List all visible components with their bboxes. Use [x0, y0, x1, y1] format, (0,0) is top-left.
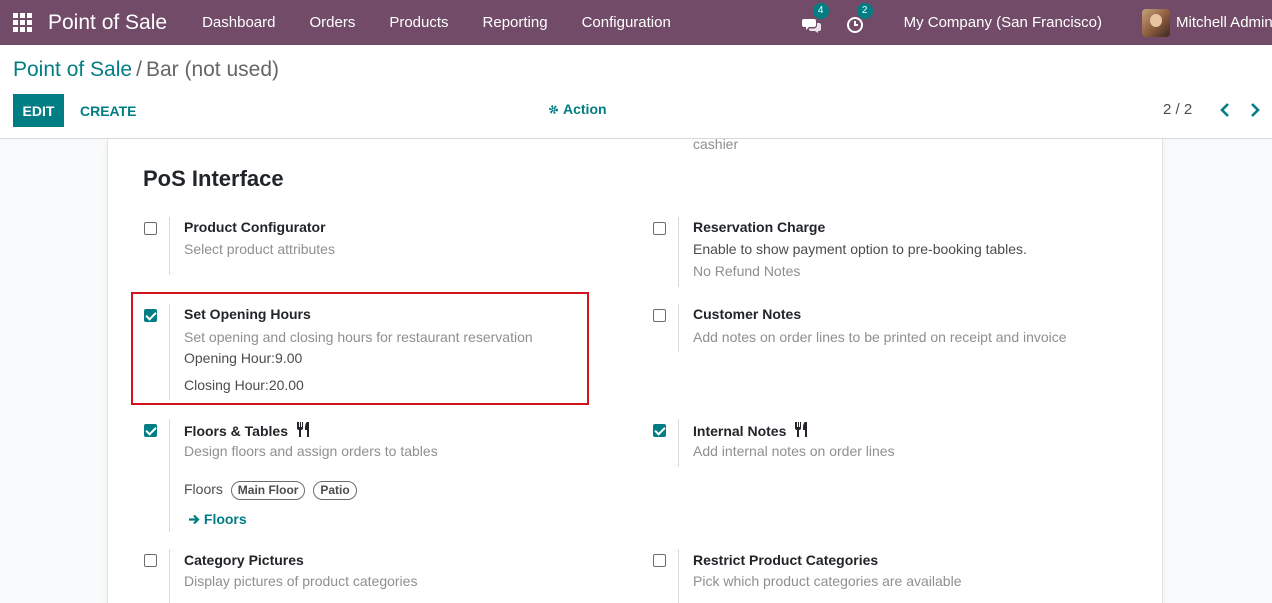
internal-notes-title: Internal Notes [693, 421, 810, 439]
partial-setting-text: cashier [693, 136, 739, 152]
category-pictures-desc: Display pictures of product categories [184, 573, 418, 589]
floors-field: Floors Main Floor Patio [184, 481, 357, 500]
category-pictures-checkbox[interactable] [144, 554, 157, 567]
menu-orders[interactable]: Orders [292, 14, 372, 31]
set-opening-hours-title: Set Opening Hours [184, 306, 311, 322]
control-panel: Point of Sale / Bar (not used) EDIT CREATE… [0, 45, 1272, 139]
product-configurator-desc: Select product attributes [184, 241, 335, 257]
internal-notes-label: Internal Notes [693, 423, 787, 439]
restaurant-icon [296, 422, 309, 437]
section-title: PoS Interface [143, 166, 284, 191]
restrict-categories-title: Restrict Product Categories [693, 552, 879, 568]
arrow-right-icon [189, 514, 200, 525]
set-opening-hours-checkbox[interactable] [144, 309, 157, 322]
closing-hour-value[interactable]: Closing Hour:20.00 [184, 377, 304, 393]
category-pictures-title: Category Pictures [184, 552, 304, 568]
pager-value[interactable]: 2 / 2 [1163, 101, 1192, 118]
activities-badge: 2 [856, 2, 873, 19]
product-configurator-title: Product Configurator [184, 219, 326, 235]
reservation-charge-desc: Enable to show payment option to pre-boo… [693, 241, 1027, 257]
action-menu-button[interactable]: Action [548, 101, 607, 117]
messages-icon[interactable]: 4 [801, 2, 829, 34]
pager-previous-icon[interactable] [1216, 101, 1234, 119]
top-navbar: Point of Sale Dashboard Orders Products … [0, 0, 1272, 45]
menu-products[interactable]: Products [372, 14, 465, 31]
menu-reporting[interactable]: Reporting [466, 14, 565, 31]
breadcrumb-current: Bar (not used) [145, 58, 280, 81]
customer-notes-desc: Add notes on order lines to be printed o… [693, 329, 1067, 345]
floors-link[interactable]: Floors [188, 511, 247, 527]
product-configurator-checkbox[interactable] [144, 222, 157, 235]
menu-configuration[interactable]: Configuration [565, 14, 688, 31]
breadcrumb: Point of Sale / Bar (not used) [13, 58, 279, 82]
apps-menu-icon[interactable] [12, 13, 32, 33]
messages-badge: 4 [812, 2, 829, 19]
breadcrumb-separator: / [136, 58, 142, 81]
activities-clock-icon[interactable]: 2 [846, 2, 873, 34]
set-opening-hours-desc: Set opening and closing hours for restau… [184, 329, 533, 345]
gear-icon [549, 104, 558, 114]
floors-tables-title: Floors & Tables [184, 421, 312, 439]
floors-link-label: Floors [203, 511, 247, 527]
customer-notes-checkbox[interactable] [653, 309, 666, 322]
floors-tables-desc: Design floors and assign orders to table… [184, 443, 438, 459]
company-switcher[interactable]: My Company (San Francisco) [904, 14, 1102, 31]
floor-tag[interactable]: Patio [313, 481, 357, 500]
floor-tag[interactable]: Main Floor [230, 481, 306, 500]
restrict-categories-checkbox[interactable] [653, 554, 666, 567]
user-avatar[interactable] [1142, 8, 1170, 37]
app-name[interactable]: Point of Sale [48, 11, 167, 35]
floors-label: Floors [184, 481, 223, 497]
internal-notes-checkbox[interactable] [653, 424, 666, 437]
menu-dashboard[interactable]: Dashboard [185, 14, 292, 31]
customer-notes-title: Customer Notes [693, 306, 802, 322]
pager-next-icon[interactable] [1246, 101, 1264, 119]
floors-tables-checkbox[interactable] [144, 424, 157, 437]
restaurant-icon [795, 422, 808, 437]
floors-tables-label: Floors & Tables [184, 423, 288, 439]
create-button[interactable]: CREATE [72, 94, 145, 127]
internal-notes-desc: Add internal notes on order lines [693, 443, 895, 459]
action-label: Action [563, 101, 607, 117]
opening-hour-value[interactable]: Opening Hour:9.00 [184, 350, 302, 366]
reservation-charge-title: Reservation Charge [693, 219, 826, 235]
reservation-charge-extra: No Refund Notes [693, 263, 801, 279]
breadcrumb-parent[interactable]: Point of Sale [13, 58, 132, 81]
reservation-charge-checkbox[interactable] [653, 222, 666, 235]
user-menu[interactable]: Mitchell Admin [1176, 14, 1272, 31]
restrict-categories-desc: Pick which product categories are availa… [693, 573, 962, 589]
edit-button[interactable]: EDIT [13, 94, 64, 127]
settings-sheet: cashier PoS Interface Product Configurat… [107, 136, 1163, 603]
